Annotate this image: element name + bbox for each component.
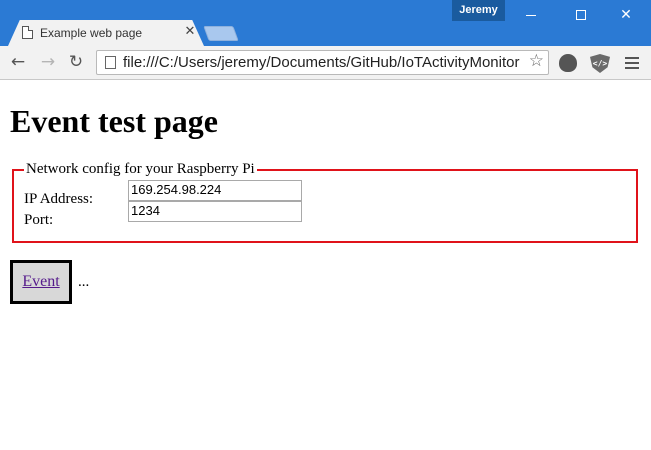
minimize-icon [526,14,536,16]
address-bar[interactable]: file:///C:/Users/jeremy/Documents/GitHub… [96,50,549,75]
browser-toolbar: ← → ↻ file:///C:/Users/jeremy/Documents/… [0,46,651,80]
back-button[interactable]: ← [6,50,30,74]
bookmark-star-icon[interactable]: ☆ [529,51,544,71]
close-window-button[interactable]: ✕ [601,0,651,30]
user-agent-switcher-icon[interactable]: </> [590,54,610,73]
event-button[interactable]: Event [10,260,72,304]
menu-bar-icon [625,62,639,64]
tab-title: Example web page [40,26,143,40]
maximize-button[interactable] [556,0,606,30]
network-config-fieldset: Network config for your Raspberry Pi IP … [12,161,638,243]
event-link[interactable]: Event [22,273,59,291]
page-file-icon [22,26,33,39]
ip-address-label: IP Address: [24,191,94,207]
tab-close-button[interactable]: ✕ [182,24,198,40]
close-icon: ✕ [620,7,632,23]
ghostery-icon[interactable] [559,54,577,72]
page-content: Event test page Network config for your … [0,81,651,450]
browser-menu-button[interactable] [625,57,639,69]
port-input[interactable]: 1234 [128,201,302,222]
network-config-legend: Network config for your Raspberry Pi [24,161,257,178]
url-text[interactable]: file:///C:/Users/jeremy/Documents/GitHub… [123,54,523,71]
event-status-text: ... [78,274,90,290]
port-label: Port: [24,212,54,228]
forward-button[interactable]: → [36,50,60,74]
maximize-icon [576,10,586,20]
page-heading: Event test page [10,103,218,139]
page-file-icon [105,56,116,69]
browser-tab-content: Example web page ✕ [8,20,204,46]
profile-button[interactable]: Jeremy [452,0,505,21]
new-tab-button[interactable] [203,26,239,41]
menu-bar-icon [625,57,639,59]
menu-bar-icon [625,67,639,69]
reload-button[interactable]: ↻ [64,50,88,74]
ip-address-input[interactable]: 169.254.98.224 [128,180,302,201]
minimize-button[interactable] [506,0,556,30]
